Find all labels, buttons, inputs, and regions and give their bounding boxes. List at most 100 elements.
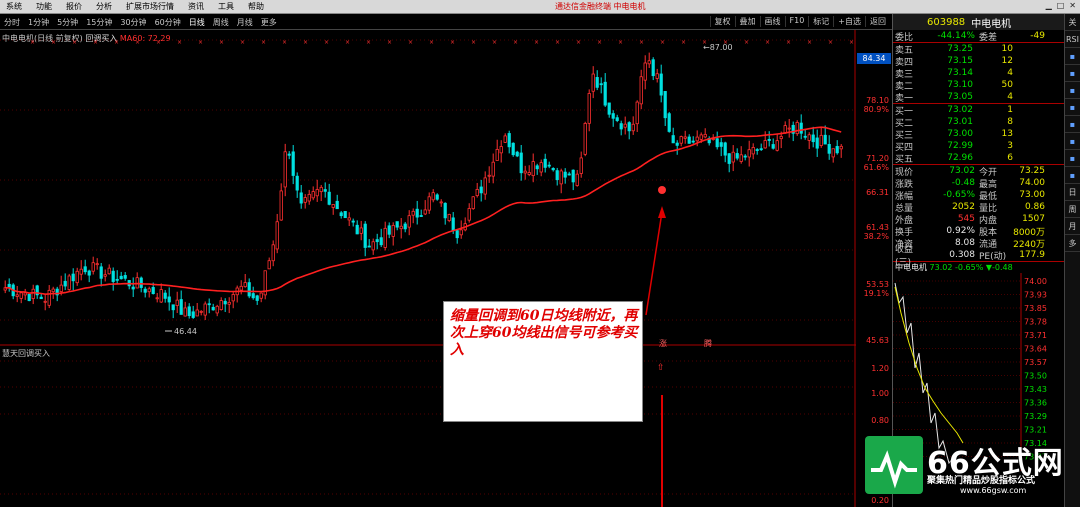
candle-body bbox=[479, 186, 483, 194]
candle-body bbox=[823, 134, 827, 145]
candle-body bbox=[359, 227, 363, 234]
candle-body bbox=[107, 267, 111, 275]
menu-bar: 系统 功能 报价 分析 扩展市场行情 资讯 工具 帮助 通达信金融终端 中电电机… bbox=[0, 0, 1080, 14]
candle-body bbox=[131, 286, 135, 290]
candle-body bbox=[619, 123, 623, 130]
candle-body bbox=[255, 295, 259, 301]
candle-body bbox=[643, 62, 647, 81]
svg-text:×: × bbox=[681, 39, 686, 46]
close-icon[interactable]: ✕ bbox=[1069, 1, 1076, 10]
candle-body bbox=[447, 214, 451, 221]
svg-text:×: × bbox=[93, 39, 98, 46]
stat-label: PE(动) bbox=[979, 251, 1007, 262]
candle-body bbox=[559, 170, 563, 185]
high-price-label: ←87.00 bbox=[703, 43, 733, 52]
menu-item-quote[interactable]: 报价 bbox=[60, 1, 90, 12]
side-tab[interactable]: 周 bbox=[1065, 201, 1080, 218]
maximize-icon[interactable]: □ bbox=[1057, 1, 1065, 10]
candle-body bbox=[271, 244, 275, 262]
candle-body bbox=[63, 280, 67, 287]
candle-body bbox=[143, 288, 147, 293]
candle-body bbox=[199, 310, 203, 313]
svg-text:×: × bbox=[555, 39, 560, 46]
candle-body bbox=[59, 284, 63, 293]
mini-axis-tick: 73.78 bbox=[1024, 318, 1047, 327]
stat-value: 74.00 bbox=[1019, 178, 1045, 188]
overlay-button[interactable]: 叠加 bbox=[734, 16, 760, 27]
candle-body bbox=[583, 123, 587, 155]
menu-item-help[interactable]: 帮助 bbox=[242, 1, 272, 12]
buy-price: 73.00 bbox=[947, 129, 973, 139]
svg-text:×: × bbox=[660, 39, 665, 46]
candle-body bbox=[227, 301, 231, 305]
svg-text:×: × bbox=[786, 39, 791, 46]
period-tab-5min[interactable]: 5分钟 bbox=[53, 17, 82, 28]
menu-item-analysis[interactable]: 分析 bbox=[90, 1, 120, 12]
candle-body bbox=[547, 164, 551, 167]
candle-body bbox=[179, 299, 183, 315]
period-tab-more[interactable]: 更多 bbox=[257, 17, 281, 28]
side-tab[interactable]: 关 bbox=[1065, 14, 1080, 31]
side-tab[interactable]: ▪ bbox=[1065, 82, 1080, 99]
adjust-button[interactable]: 复权 bbox=[709, 16, 735, 27]
candle-body bbox=[71, 273, 75, 282]
candle-body bbox=[379, 237, 383, 246]
menu-item-function[interactable]: 功能 bbox=[30, 1, 60, 12]
weibi-label: 委比 bbox=[895, 32, 914, 43]
period-tab-30min[interactable]: 30分钟 bbox=[116, 17, 150, 28]
period-tab-timeshare[interactable]: 分时 bbox=[0, 17, 24, 28]
mark-button[interactable]: 标记 bbox=[808, 16, 833, 27]
candle-body bbox=[555, 170, 559, 181]
candle-body bbox=[223, 300, 227, 305]
candle-body bbox=[335, 200, 339, 210]
candle-body bbox=[459, 229, 463, 236]
add-watchlist-button[interactable]: +自选 bbox=[833, 16, 865, 27]
candle-body bbox=[703, 133, 707, 138]
side-tab[interactable]: ▪ bbox=[1065, 133, 1080, 150]
mini-axis-tick: 73.93 bbox=[1024, 291, 1047, 300]
minimize-icon[interactable]: ▁ bbox=[1046, 1, 1052, 10]
mini-axis-tick: 73.36 bbox=[1024, 399, 1047, 408]
side-tab[interactable]: RSI bbox=[1065, 31, 1080, 48]
period-tab-weekly[interactable]: 周线 bbox=[209, 17, 233, 28]
stat-value: 73.25 bbox=[1019, 166, 1045, 176]
candle-body bbox=[171, 304, 175, 311]
candle-body bbox=[147, 288, 151, 293]
f10-button[interactable]: F10 bbox=[784, 16, 809, 27]
sub-axis-tick: 1.20 bbox=[871, 364, 889, 373]
svg-text:×: × bbox=[324, 39, 329, 46]
side-tab[interactable]: ▪ bbox=[1065, 116, 1080, 133]
side-tab[interactable]: ▪ bbox=[1065, 48, 1080, 65]
kline-chart[interactable]: 涨 腾 ⇧ ←87.00 46.44 × × × × × × × × × × × × × × × × × × × × × × × × ×… bbox=[0, 30, 856, 507]
candle-body bbox=[679, 136, 683, 144]
period-tab-monthly[interactable]: 月线 bbox=[233, 17, 257, 28]
menu-item-system[interactable]: 系统 bbox=[0, 1, 30, 12]
stat-row: 涨跌 -0.48 最高 74.00 bbox=[893, 177, 1064, 190]
draw-line-button[interactable]: 画线 bbox=[759, 16, 785, 27]
side-tab[interactable]: 月 bbox=[1065, 218, 1080, 235]
sell-volume: 4 bbox=[1007, 92, 1013, 102]
period-tab-60min[interactable]: 60分钟 bbox=[151, 17, 185, 28]
period-tab-1min[interactable]: 1分钟 bbox=[24, 17, 53, 28]
candle-body bbox=[307, 193, 311, 202]
menu-item-extended-market[interactable]: 扩展市场行情 bbox=[120, 1, 182, 12]
period-tab-daily[interactable]: 日线 bbox=[185, 17, 209, 28]
side-tab[interactable]: ▪ bbox=[1065, 150, 1080, 167]
side-tab[interactable]: 多 bbox=[1065, 235, 1080, 252]
side-tab[interactable]: 日 bbox=[1065, 184, 1080, 201]
menu-item-tools[interactable]: 工具 bbox=[212, 1, 242, 12]
period-tab-15min[interactable]: 15分钟 bbox=[82, 17, 116, 28]
candle-body bbox=[799, 122, 803, 134]
candle-body bbox=[699, 134, 703, 140]
candle-body bbox=[303, 197, 307, 203]
mini-axis-tick: 73.85 bbox=[1024, 304, 1047, 313]
watermark-subtitle: 聚集热门精品炒股指标公式 bbox=[927, 476, 1036, 486]
buy-price: 72.99 bbox=[947, 141, 973, 151]
sell-row: 卖四 73.15 12 bbox=[893, 55, 1064, 68]
back-button[interactable]: 返回 bbox=[865, 16, 890, 27]
menu-item-news[interactable]: 资讯 bbox=[182, 1, 212, 12]
side-tab[interactable]: ▪ bbox=[1065, 65, 1080, 82]
side-tab[interactable]: ▪ bbox=[1065, 99, 1080, 116]
weibi-value: -44.14% bbox=[937, 31, 975, 41]
side-tab[interactable]: ▪ bbox=[1065, 167, 1080, 184]
